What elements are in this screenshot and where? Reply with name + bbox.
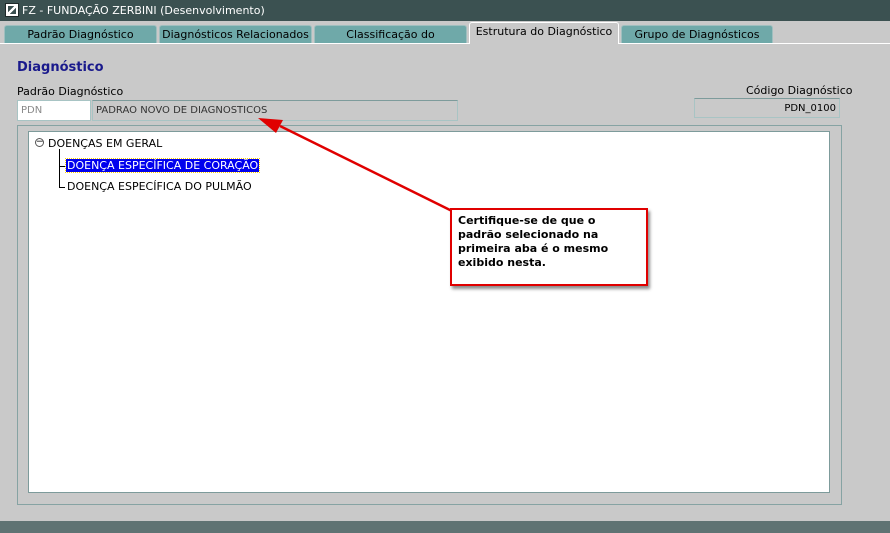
annotation-callout: Certifique-se de que o padrão selecionad… bbox=[450, 208, 648, 286]
annotation-arrow bbox=[258, 118, 453, 213]
arrow-head bbox=[258, 118, 283, 133]
arrow-shaft bbox=[279, 124, 453, 213]
